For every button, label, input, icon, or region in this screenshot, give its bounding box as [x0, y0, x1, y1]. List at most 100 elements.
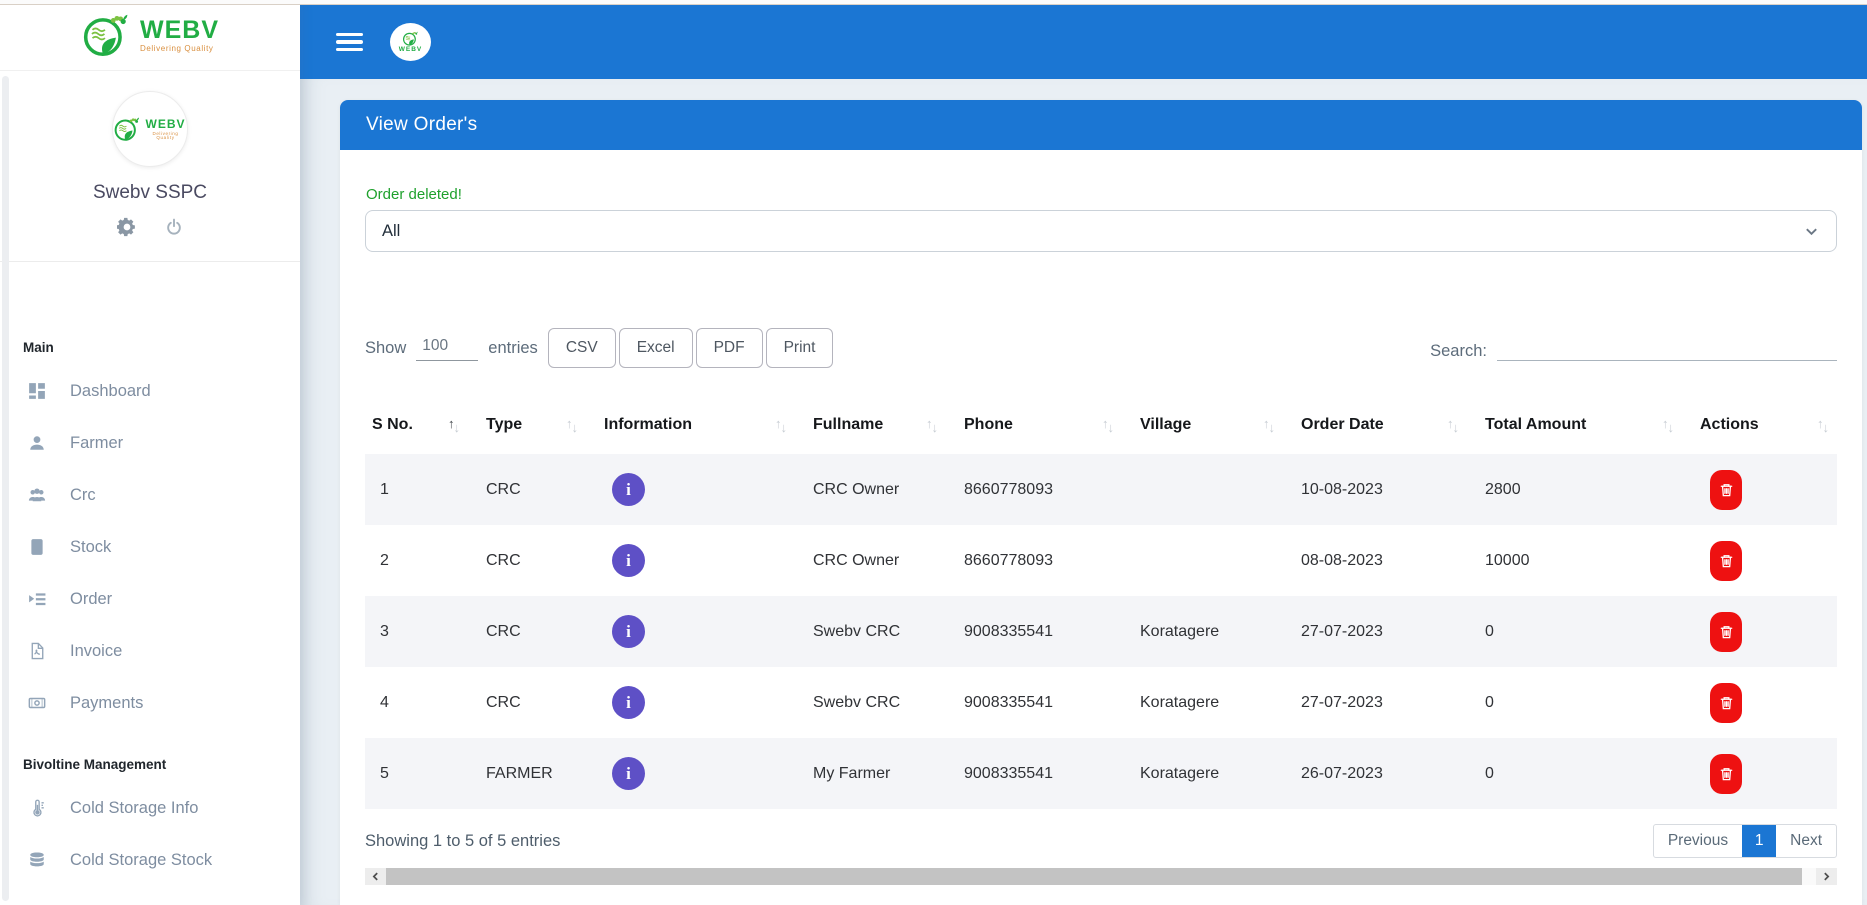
column-header-order-date[interactable]: Order Date ↑↓ — [1301, 396, 1485, 454]
cell-phone: 9008335541 — [964, 738, 1140, 809]
delete-order-button[interactable] — [1710, 754, 1742, 794]
cell-order-date: 27-07-2023 — [1301, 667, 1485, 738]
order-deleted-alert: Order deleted! — [366, 186, 1837, 203]
cell-type: CRC — [486, 454, 604, 525]
cell-information: i — [604, 738, 813, 809]
cell-order-date: 27-07-2023 — [1301, 596, 1485, 667]
page-title: View Order's — [366, 114, 477, 136]
h-scrollbar-left-arrow[interactable] — [365, 868, 386, 885]
sidebar-item-dashboard[interactable]: Dashboard — [0, 365, 300, 417]
column-header-fullname[interactable]: Fullname ↑↓ — [813, 396, 964, 454]
info-button[interactable]: i — [612, 686, 645, 719]
chevron-left-icon — [371, 871, 380, 882]
entries-summary: Showing 1 to 5 of 5 entries — [365, 832, 560, 851]
export-print-button[interactable]: Print — [766, 328, 834, 368]
table-row: 1 CRC i CRC Owner 8660778093 10-08-2023 … — [365, 454, 1837, 525]
main-area: WEBV View Order's Order deleted! All Sho… — [300, 0, 1867, 905]
logout-button[interactable] — [165, 218, 183, 236]
search-input[interactable] — [1497, 335, 1837, 361]
export-pdf-button[interactable]: PDF — [696, 328, 763, 368]
column-header-s-no[interactable]: S No. ↑↓ — [365, 396, 486, 454]
cell-total-amount: 0 — [1485, 738, 1700, 809]
dashboard-icon — [26, 382, 48, 400]
delete-order-button[interactable] — [1710, 470, 1742, 510]
cell-total-amount: 10000 — [1485, 525, 1700, 596]
info-button[interactable]: i — [612, 473, 645, 506]
sort-icon: ↑↓ — [1263, 418, 1275, 433]
sidebar-item-cold-storage-stock[interactable]: Cold Storage Stock — [0, 834, 300, 886]
brand-leaf-icon — [113, 114, 141, 144]
cell-actions — [1700, 596, 1837, 667]
table-row: 2 CRC i CRC Owner 8660778093 08-08-2023 … — [365, 525, 1837, 596]
cell-information: i — [604, 525, 813, 596]
sidebar-item-crc[interactable]: Crc — [0, 469, 300, 521]
column-header-phone[interactable]: Phone ↑↓ — [964, 396, 1140, 454]
cell-fullname: My Farmer — [813, 738, 964, 809]
delete-order-button[interactable] — [1710, 612, 1742, 652]
info-button[interactable]: i — [612, 757, 645, 790]
column-header-actions[interactable]: Actions ↑↓ — [1700, 396, 1837, 454]
column-header-label: Order Date — [1301, 416, 1384, 434]
table-row: 5 FARMER i My Farmer 9008335541 Koratage… — [365, 738, 1837, 809]
cell-fullname: Swebv CRC — [813, 596, 964, 667]
order-filter-select[interactable]: All — [365, 210, 1837, 252]
sidebar-item-cold-storage-info[interactable]: Cold Storage Info — [0, 782, 300, 834]
page-top-strip — [0, 0, 1867, 5]
view-orders-card: View Order's Order deleted! All Show ent… — [340, 100, 1862, 905]
column-header-type[interactable]: Type ↑↓ — [486, 396, 604, 454]
sidebar: WEBV Delivering Quality WEBV Delivering … — [0, 0, 300, 905]
info-button[interactable]: i — [612, 544, 645, 577]
cell-village: Koratagere — [1140, 738, 1301, 809]
entries-label: entries — [488, 339, 538, 358]
sidebar-item-farmer[interactable]: Farmer — [0, 417, 300, 469]
column-header-label: Actions — [1700, 416, 1759, 434]
sidebar-item-stock[interactable]: Stock — [0, 521, 300, 573]
farmer-icon — [26, 434, 48, 452]
entries-count-input[interactable] — [416, 335, 478, 361]
cell-information: i — [604, 596, 813, 667]
cell-information: i — [604, 454, 813, 525]
show-label: Show — [365, 339, 406, 358]
top-navbar: WEBV — [300, 5, 1867, 79]
export-excel-button[interactable]: Excel — [619, 328, 693, 368]
export-csv-button[interactable]: CSV — [548, 328, 616, 368]
pagination-page-1[interactable]: 1 — [1742, 825, 1776, 857]
sidebar-scrollbar[interactable] — [2, 76, 9, 901]
delete-order-button[interactable] — [1710, 541, 1742, 581]
cell-village: Koratagere — [1140, 596, 1301, 667]
h-scrollbar-thumb[interactable] — [386, 868, 1802, 885]
cell-type: FARMER — [486, 738, 604, 809]
column-header-village[interactable]: Village ↑↓ — [1140, 396, 1301, 454]
cell-s-no: 5 — [365, 738, 486, 809]
cell-actions — [1700, 667, 1837, 738]
trash-icon — [1719, 482, 1734, 498]
sidebar-item-payments[interactable]: Payments — [0, 677, 300, 729]
order-icon — [26, 590, 48, 608]
info-button[interactable]: i — [612, 615, 645, 648]
power-icon — [165, 218, 183, 236]
brand-logo[interactable]: WEBV Delivering Quality — [0, 0, 300, 71]
settings-button[interactable] — [117, 217, 137, 237]
hamburger-icon — [336, 33, 363, 37]
cell-actions — [1700, 525, 1837, 596]
stock-icon — [26, 538, 48, 556]
h-scrollbar-right-arrow[interactable] — [1816, 868, 1837, 885]
pagination-next[interactable]: Next — [1776, 825, 1836, 857]
navbar-logo[interactable]: WEBV — [390, 23, 431, 61]
pagination-previous[interactable]: Previous — [1654, 825, 1742, 857]
cell-village — [1140, 454, 1301, 525]
column-header-information[interactable]: Information ↑↓ — [604, 396, 813, 454]
sidebar-item-order[interactable]: Order — [0, 573, 300, 625]
delete-order-button[interactable] — [1710, 683, 1742, 723]
column-header-label: Type — [486, 416, 522, 434]
h-scrollbar-track[interactable] — [386, 868, 1816, 885]
sidebar-item-invoice[interactable]: Invoice — [0, 625, 300, 677]
brand-leaf-icon — [81, 10, 131, 60]
pagination: Previous 1 Next — [1653, 824, 1837, 858]
column-header-total-amount[interactable]: Total Amount ↑↓ — [1485, 396, 1700, 454]
export-buttons: CSVExcelPDFPrint — [548, 328, 834, 368]
cell-phone: 9008335541 — [964, 596, 1140, 667]
menu-toggle-button[interactable] — [336, 33, 363, 52]
avatar[interactable]: WEBV Delivering Quality — [112, 91, 188, 167]
page-root: WEBV Delivering Quality WEBV Delivering … — [0, 0, 1867, 905]
